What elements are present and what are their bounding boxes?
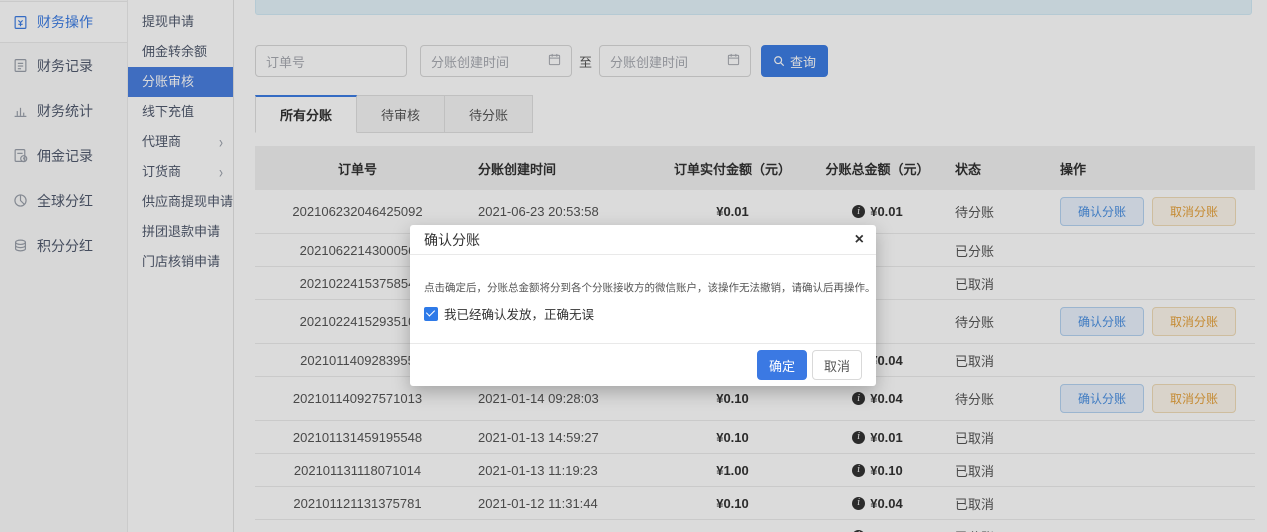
modal-warning-text: 点击确定后，分账总金额将分到各个分账接收方的微信账户，该操作无法撤销，请确认后再… [424, 280, 862, 295]
confirm-split-modal: 确认分账 × 点击确定后，分账总金额将分到各个分账接收方的微信账户，该操作无法撤… [410, 225, 876, 386]
modal-title: 确认分账 [410, 225, 876, 255]
modal-footer: 确定 取消 [410, 343, 876, 386]
modal-body: 点击确定后，分账总金额将分到各个分账接收方的微信账户，该操作无法撤销，请确认后再… [410, 255, 876, 323]
checkbox-checked-icon[interactable] [424, 307, 438, 321]
close-icon[interactable]: × [855, 230, 864, 250]
modal-cancel-button[interactable]: 取消 [812, 350, 862, 380]
checkbox-label: 我已经确认发放，正确无误 [444, 304, 594, 323]
confirm-checkbox-row[interactable]: 我已经确认发放，正确无误 [424, 304, 862, 323]
modal-confirm-button[interactable]: 确定 [757, 350, 807, 380]
